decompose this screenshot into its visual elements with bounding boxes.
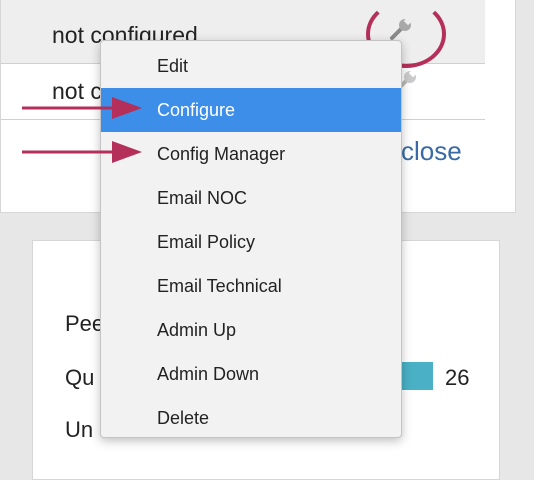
stat-value: 26: [445, 365, 470, 390]
arrow-right-icon: [20, 137, 144, 167]
menu-item-delete[interactable]: Delete: [101, 396, 401, 440]
stat-label: Qu: [65, 365, 95, 390]
close-link[interactable]: close: [401, 136, 462, 167]
menu-item-edit[interactable]: Edit: [101, 44, 401, 88]
menu-item-email-noc[interactable]: Email NOC: [101, 176, 401, 220]
menu-item-admin-up[interactable]: Admin Up: [101, 308, 401, 352]
menu-item-email-technical[interactable]: Email Technical: [101, 264, 401, 308]
menu-item-email-policy[interactable]: Email Policy: [101, 220, 401, 264]
menu-item-config-manager[interactable]: Config Manager: [101, 132, 401, 176]
context-menu: Edit Configure Config Manager Email NOC …: [100, 40, 402, 438]
stat-label: Pee: [65, 311, 105, 336]
stat-label: Un: [65, 417, 94, 442]
menu-item-configure[interactable]: Configure: [101, 88, 401, 132]
menu-item-admin-down[interactable]: Admin Down: [101, 352, 401, 396]
arrow-right-icon: [20, 93, 144, 123]
stat-color-swatch: [401, 362, 433, 390]
